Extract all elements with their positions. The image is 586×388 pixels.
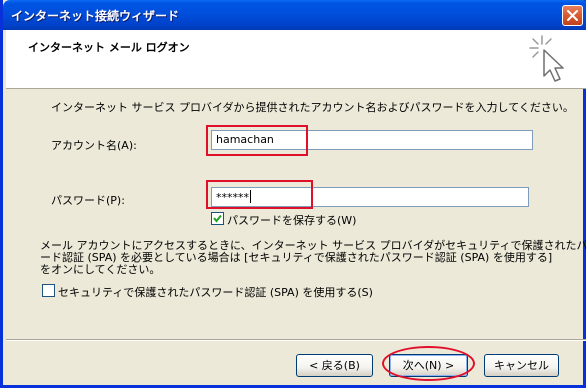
- instruction-text: インターネット サービス プロバイダから提供されたアカウント名およびパスワードを…: [51, 101, 574, 114]
- save-password-label[interactable]: パスワードを保存する(W): [227, 212, 356, 228]
- window-title: インターネット接続ウィザード: [11, 9, 180, 23]
- close-icon: [567, 10, 578, 21]
- account-label: アカウント名(A):: [51, 139, 137, 152]
- spa-checkbox[interactable]: [42, 284, 55, 297]
- back-button[interactable]: < 戻る(B): [296, 354, 373, 377]
- spa-description: メール アカウントにアクセスするときに、インターネット サービス プロバイダがセ…: [40, 240, 586, 276]
- password-label: パスワード(P):: [51, 194, 125, 207]
- spa-checkbox-label[interactable]: セキュリティで保護されたパスワード認証 (SPA) を使用する(S): [58, 284, 373, 300]
- footer-separator: [6, 339, 586, 341]
- cancel-button[interactable]: キャンセル: [484, 354, 559, 377]
- title-bar[interactable]: インターネット接続ウィザード: [3, 0, 586, 30]
- page-title: インターネット メール ログオン: [28, 41, 190, 54]
- wizard-sparkle-cursor-icon: [529, 35, 564, 82]
- highlight-next-annotation: [382, 346, 475, 381]
- wizard-header: インターネット メール ログオン: [6, 30, 586, 89]
- close-button[interactable]: [562, 5, 583, 26]
- checkmark-icon: [213, 214, 222, 223]
- spa-description-line: をオンにしてください。: [40, 263, 161, 276]
- highlight-password-annotation: [206, 180, 313, 209]
- highlight-account-annotation: [206, 125, 308, 156]
- save-password-checkbox[interactable]: [211, 212, 224, 225]
